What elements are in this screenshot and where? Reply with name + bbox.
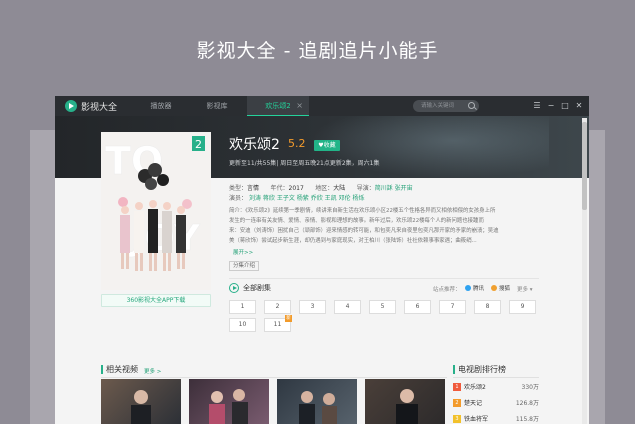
sohu-icon[interactable] [491,285,497,291]
minimize-icon[interactable]: − [545,99,557,112]
favorite-button[interactable]: ♥收藏 [314,140,340,151]
update-schedule: 更新至11/共55集| 周日至周五晚21点更新2集，周六1集 [229,160,380,167]
episode-button[interactable]: 3 [299,300,326,314]
region-value: 大陆 [333,185,346,192]
section-bar [453,365,455,374]
play-icon [229,283,239,293]
ranking-item[interactable]: 2 楚天记 126.8万 [453,399,539,409]
genre-label: 类型： [229,185,248,192]
more-sources-button[interactable]: 更多 ▾ [517,285,533,293]
rank-value: 330万 [521,384,539,391]
cast-link[interactable]: 邓伦 [339,195,351,202]
episodes-title: 全部剧集 [243,284,271,292]
rank-number: 1 [453,383,461,391]
search-icon[interactable] [468,102,475,109]
section-line [101,377,447,378]
rank-value: 126.8万 [515,400,539,407]
app-window: 影视大全 播放器 影视库 欢乐颂2 × 请输入关键词 ☰ − □ ✕ TO JO… [55,96,589,424]
section-divider [229,278,539,279]
tencent-icon[interactable] [465,285,471,291]
cast-link[interactable]: 刘涛 [249,195,261,202]
close-icon[interactable]: ✕ [573,99,585,112]
show-title: 欢乐颂2 [229,137,280,153]
cast-link[interactable]: 王子文 [277,195,295,202]
source-sohu[interactable]: 搜狐 [499,284,510,292]
episode-button[interactable]: 4 [334,300,361,314]
cast-link[interactable]: 蒋欣 [263,195,275,202]
tab-library[interactable]: 影视库 [189,96,245,116]
genre-value: 言情 [247,185,260,192]
ranking-item[interactable]: 3 铁血将军 115.8万 [453,415,539,424]
episode-button[interactable]: 6 [404,300,431,314]
app-title: 影视大全 [81,103,118,113]
cast-label: 演员： [229,195,248,202]
headline: 影视大全 - 追剧追片小能手 [196,40,439,62]
episode-intro-tag[interactable]: 分集介绍 [229,261,260,271]
rank-title: 铁血将军 [464,416,489,423]
year-label: 年代： [270,185,289,192]
search-input[interactable]: 请输入关键词 [413,100,479,112]
cast-link[interactable]: 王凯 [325,195,337,202]
year-value: 2017 [288,185,304,192]
related-thumbnail[interactable] [365,379,445,424]
rank-value: 115.8万 [515,416,539,423]
info-row-cast: 演员： 刘涛 蒋欣 王子文 杨紫 乔欣 王凯 邓伦 杨烁 [229,193,365,202]
director-link[interactable]: 简川訸 张开宙 [375,185,413,192]
related-thumbnail[interactable] [189,379,269,424]
tab-current-show[interactable]: 欢乐颂2 × [247,96,309,116]
search-placeholder: 请输入关键词 [421,103,455,109]
episode-button[interactable]: 10 [229,318,256,332]
tab-close-icon[interactable]: × [296,96,303,116]
tab-label: 播放器 [150,102,172,110]
episode-button[interactable]: 5 [369,300,396,314]
rank-number: 2 [453,399,461,407]
synopsis-line: 来：安迪（刘涛饰）困扰自己（顽部饰）迎来情感的转可能，和包奕凡来自夜里包奕凡那开… [229,228,499,234]
region-label: 地区： [315,185,334,192]
source-label: 站点推荐： [433,287,461,293]
title-bar: 影视大全 播放器 影视库 欢乐颂2 × 请输入关键词 ☰ − □ ✕ [55,96,589,116]
poster-badge: 2 [195,138,202,151]
synopsis: 简介：《欢乐颂2》延续第一季剧情，续讲来自新生活在欢乐颂小区22楼五个性格各异而… [229,206,533,246]
info-row-meta: 类型：言情 年代：2017 地区：大陆 导演：简川訸 张开宙 [229,183,413,192]
scrollbar-thumb[interactable] [582,122,587,210]
tab-player[interactable]: 播放器 [133,96,189,116]
episode-button[interactable]: 7 [439,300,466,314]
cast-link[interactable]: 杨烁 [353,195,365,202]
section-line [453,377,539,378]
related-title: 相关视频 [106,365,138,374]
section-bar [101,365,103,374]
cast-link[interactable]: 乔欣 [311,195,323,202]
app-logo-icon [65,100,77,112]
synopsis-line: 发生的一连串有关友情、爱情、亲情、影视和理想的故事。新年过后，欢乐颂22楼每个人… [229,218,484,224]
episode-button[interactable]: 9 [509,300,536,314]
episode-button[interactable]: 2 [264,300,291,314]
show-rating: 5.2 [288,137,306,150]
tab-label: 影视库 [206,102,228,110]
ranking-item[interactable]: 1 欢乐颂2 330万 [453,383,539,393]
cast-link[interactable]: 杨紫 [297,195,309,202]
ranking-title: 电视剧排行榜 [458,365,506,374]
tab-label: 欢乐颂2 [265,102,291,110]
related-more-link[interactable]: 更多 > [144,367,161,375]
app-download-button[interactable]: 360影视大全APP下载 [101,294,211,307]
source-tencent[interactable]: 腾讯 [473,284,484,292]
synopsis-line: 简介：《欢乐颂2》延续第一季剧情，续讲来自新生活在欢乐颂小区22楼五个性格各异而… [229,208,496,214]
rank-title: 欢乐颂2 [464,384,486,391]
related-thumbnail[interactable] [277,379,357,424]
rank-title: 楚天记 [464,400,483,407]
related-thumbnail[interactable] [101,379,181,424]
maximize-icon[interactable]: □ [559,99,571,112]
synopsis-line: 美（蒋欣饰）尝试起步新生涯，却仍遇到与家庭现实，对王柏川（张陆饰）社社依赖事事家… [229,238,477,244]
director-label: 导演： [356,185,375,192]
rank-number: 3 [453,415,461,423]
show-poster[interactable]: TO JOY 2 [101,132,211,290]
expand-link[interactable]: 展开>> [233,248,253,256]
episode-button[interactable]: 1 [229,300,256,314]
new-badge: 新 [285,315,292,322]
episode-button[interactable]: 8 [474,300,501,314]
menu-icon[interactable]: ☰ [531,99,543,112]
